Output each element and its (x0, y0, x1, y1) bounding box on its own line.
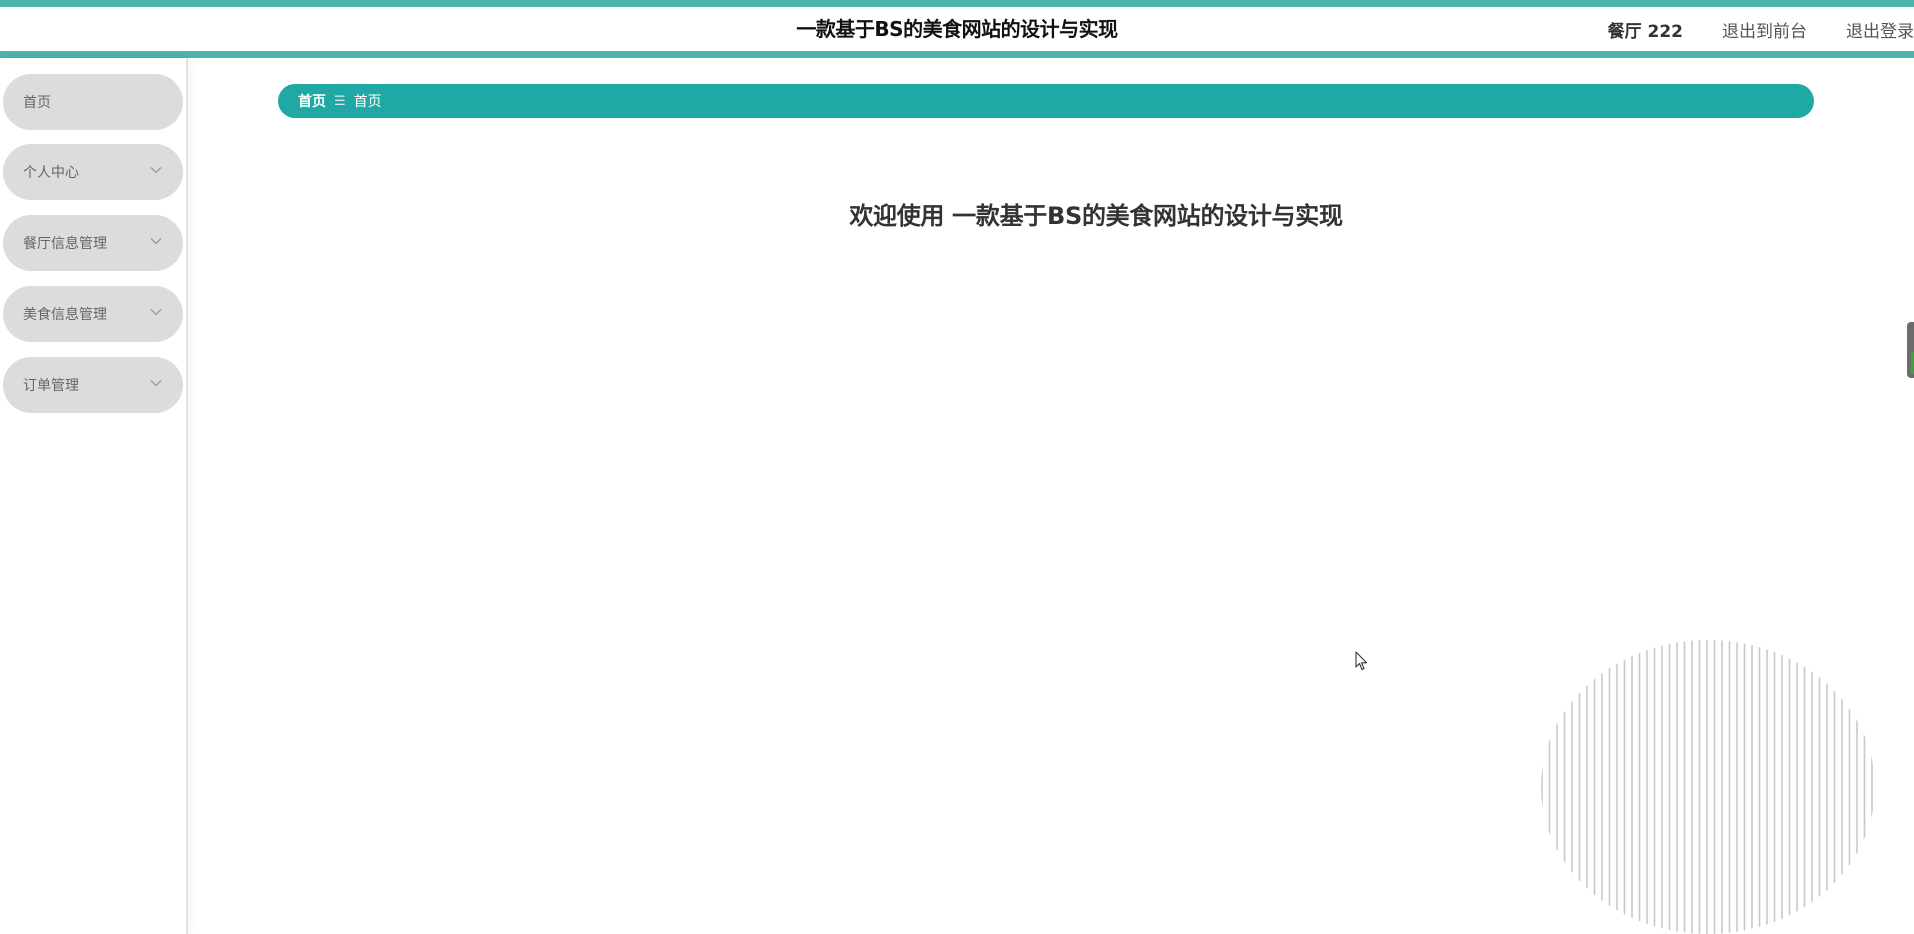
sidebar-item-label: 美食信息管理 (23, 307, 107, 323)
sidebar-item-label: 个人中心 (23, 165, 79, 181)
sidebar-item-order-management[interactable]: 订单管理 (3, 357, 183, 413)
sidebar-item-label: 餐厅信息管理 (23, 236, 107, 252)
admin-page: 一款基于BS的美食网站的设计与实现 餐厅 222 退出到前台 退出登录 首页 个… (0, 0, 1914, 934)
striped-circle-decoration (1541, 640, 1873, 934)
current-user-label: 餐厅 222 (1607, 21, 1683, 42)
menu-lines-icon: ☰ (334, 93, 346, 109)
exit-to-front-link[interactable]: 退出到前台 (1722, 17, 1807, 42)
breadcrumb-current: 首页 (353, 94, 382, 110)
chevron-down-icon (150, 167, 162, 174)
top-accent-bar (0, 0, 1914, 7)
header-actions: 餐厅 222 退出到前台 退出登录 (1608, 7, 1914, 51)
chevron-down-icon (150, 309, 162, 316)
breadcrumb-home[interactable]: 首页 (298, 91, 326, 111)
sidebar-item-personal-center[interactable]: 个人中心 (3, 144, 183, 200)
welcome-heading: 欢迎使用 一款基于BS的美食网站的设计与实现 (849, 202, 1343, 230)
sidebar-item-restaurant-management[interactable]: 餐厅信息管理 (3, 215, 183, 271)
sidebar: 首页 个人中心 餐厅信息管理 美食信息管理 订单管理 (0, 58, 188, 934)
logout-link[interactable]: 退出登录 (1846, 17, 1914, 42)
top-header: 一款基于BS的美食网站的设计与实现 餐厅 222 退出到前台 退出登录 (0, 7, 1914, 51)
mouse-pointer-icon (1355, 651, 1368, 671)
sidebar-item-label: 订单管理 (23, 378, 79, 394)
sidebar-item-home[interactable]: 首页 (3, 74, 183, 130)
chevron-down-icon (150, 380, 162, 387)
header-bottom-bar (0, 51, 1914, 58)
sidebar-item-label: 首页 (23, 95, 51, 111)
chevron-down-icon (150, 238, 162, 245)
breadcrumb: 首页 ☰ 首页 (278, 84, 1814, 118)
sidebar-item-food-management[interactable]: 美食信息管理 (3, 286, 183, 342)
